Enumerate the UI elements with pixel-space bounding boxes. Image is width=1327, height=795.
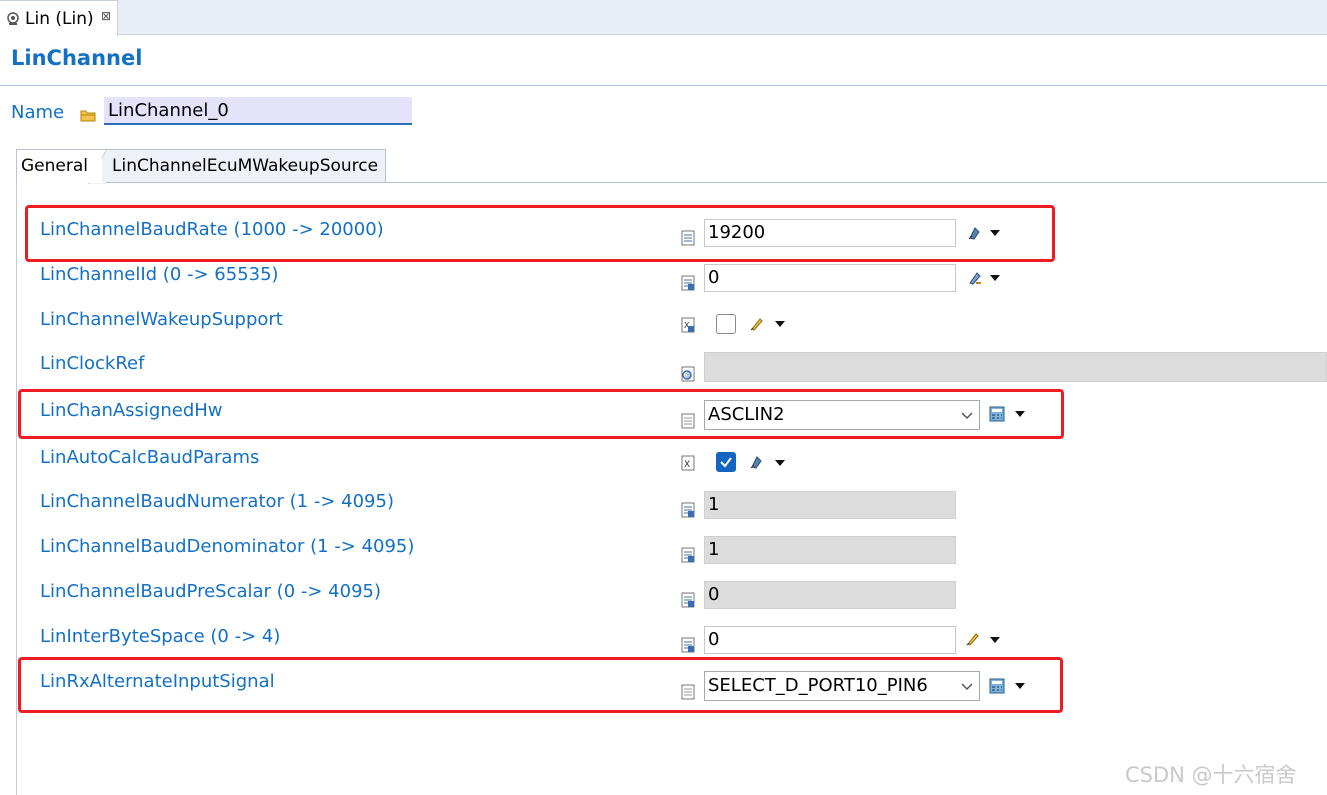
baud-rate-field[interactable]: 19200 [704, 219, 956, 247]
chevron-down-icon[interactable] [1014, 682, 1026, 690]
pencil-icon[interactable] [965, 631, 981, 647]
chevron-down-icon[interactable] [989, 274, 1001, 282]
clock-ref-label: LinClockRef [40, 353, 145, 374]
section-divider [0, 85, 1327, 86]
boolean-param-icon: X [681, 317, 695, 333]
chevron-down-icon[interactable] [774, 459, 786, 467]
integer-param-icon [681, 275, 695, 291]
integer-param-icon [681, 637, 695, 653]
assigned-hw-label: LinChanAssignedHw [40, 400, 223, 421]
folder-icon [80, 110, 96, 122]
editor-tab-label: Lin (Lin) [25, 8, 94, 29]
boolean-param-icon: X [681, 455, 695, 471]
integer-param-icon [681, 592, 695, 608]
name-input[interactable] [104, 97, 412, 125]
integer-param-icon [681, 502, 695, 518]
chevron-down-icon[interactable] [989, 636, 1001, 644]
module-icon [7, 11, 19, 25]
baud-numerator-field: 1 [704, 491, 956, 519]
wakeup-support-label: LinChannelWakeupSupport [40, 309, 283, 330]
baud-numerator-label: LinChannelBaudNumerator (1 -> 4095) [40, 491, 394, 512]
watermark: CSDN @十六宿舍 [1125, 763, 1297, 787]
tab-linchannelecumwakeupsource[interactable]: LinChannelEcuMWakeupSource [102, 149, 386, 182]
interbyte-space-field[interactable]: 0 [704, 626, 956, 654]
svg-text:@: @ [685, 372, 691, 379]
tab-general[interactable]: General [16, 149, 102, 183]
edit-value-icon[interactable] [967, 270, 983, 286]
chevron-down-icon[interactable] [1014, 410, 1026, 418]
assigned-hw-value: ASCLIN2 [708, 404, 785, 425]
close-icon[interactable]: ⊠ [101, 9, 111, 23]
calculator-icon[interactable] [989, 678, 1005, 694]
baud-denominator-field: 1 [704, 536, 956, 564]
editor-tab-lin[interactable]: Lin (Lin) ⊠ [0, 0, 118, 36]
baud-prescalar-label: LinChannelBaudPreScalar (0 -> 4095) [40, 581, 381, 602]
baud-denominator-label: LinChannelBaudDenominator (1 -> 4095) [40, 536, 415, 557]
channel-id-label: LinChannelId (0 -> 65535) [40, 264, 279, 285]
calculated-value-icon[interactable] [749, 454, 765, 470]
rx-alt-input-select[interactable]: SELECT_D_PORT10_PIN6 [704, 671, 980, 701]
chevron-down-icon [961, 412, 973, 420]
assigned-hw-select[interactable]: ASCLIN2 [704, 400, 980, 430]
auto-calc-checkbox[interactable] [716, 452, 736, 472]
editor-tab-strip [0, 0, 1327, 35]
name-label: Name [11, 102, 65, 123]
wakeup-support-checkbox[interactable] [716, 314, 736, 334]
chevron-down-icon [961, 683, 973, 691]
calculator-icon[interactable] [989, 406, 1005, 422]
page-title: LinChannel [11, 46, 143, 70]
calculated-value-icon[interactable] [967, 225, 983, 241]
rx-alt-input-label: LinRxAlternateInputSignal [40, 671, 275, 692]
integer-param-icon [681, 230, 695, 246]
clock-ref-field[interactable] [704, 352, 1327, 382]
chevron-down-icon[interactable] [774, 320, 786, 328]
channel-id-field[interactable]: 0 [704, 264, 956, 292]
check-icon [720, 457, 732, 468]
baud-rate-label: LinChannelBaudRate (1000 -> 20000) [40, 219, 384, 240]
auto-calc-label: LinAutoCalcBaudParams [40, 447, 260, 468]
interbyte-space-label: LinInterByteSpace (0 -> 4) [40, 626, 281, 647]
pencil-icon[interactable] [749, 316, 765, 332]
svg-text:X: X [684, 460, 690, 470]
enum-param-icon [681, 684, 695, 700]
baud-prescalar-field: 0 [704, 581, 956, 609]
reference-param-icon: @ [681, 366, 695, 382]
general-panel [16, 149, 1327, 795]
chevron-down-icon[interactable] [989, 229, 1001, 237]
integer-param-icon [681, 547, 695, 563]
enum-param-icon [681, 413, 695, 429]
rx-alt-input-value: SELECT_D_PORT10_PIN6 [708, 675, 928, 696]
